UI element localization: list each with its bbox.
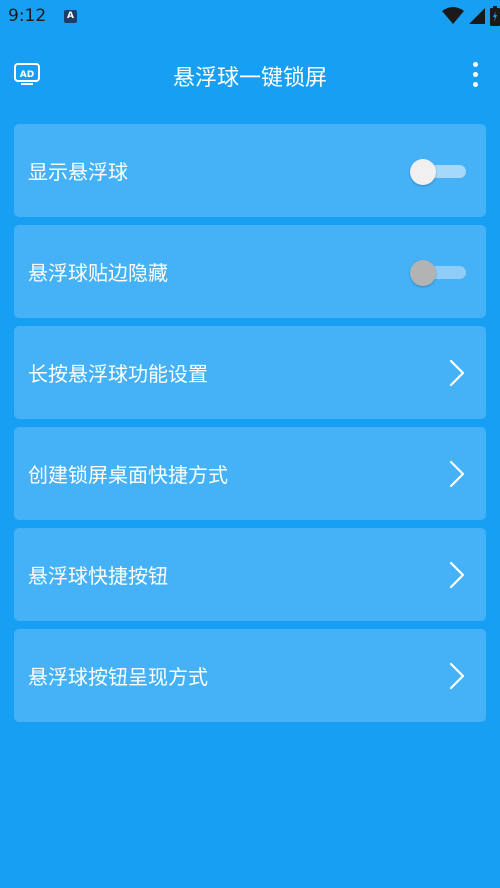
setting-label: 长按悬浮球功能设置	[28, 362, 208, 386]
setting-button-display-mode[interactable]: 悬浮球按钮呈现方式	[14, 629, 486, 722]
setting-label: 显示悬浮球	[28, 160, 128, 184]
signal-icon	[468, 7, 486, 25]
chevron-right-icon	[449, 460, 465, 488]
edge-hide-switch[interactable]	[410, 260, 466, 286]
status-icons	[442, 6, 500, 26]
setting-label: 创建锁屏桌面快捷方式	[28, 463, 228, 487]
app-bar: AD 悬浮球一键锁屏	[0, 34, 500, 116]
more-vert-icon[interactable]	[472, 62, 478, 90]
chevron-right-icon	[449, 359, 465, 387]
chevron-right-icon	[449, 561, 465, 589]
status-bar: 9:12 A	[0, 0, 500, 34]
settings-list: 显示悬浮球 悬浮球贴边隐藏 长按悬浮球功能设置 创建锁屏桌面快捷方式 悬浮球快捷…	[14, 124, 486, 730]
setting-create-shortcut[interactable]: 创建锁屏桌面快捷方式	[14, 427, 486, 520]
chevron-right-icon	[449, 662, 465, 690]
page-title: 悬浮球一键锁屏	[172, 66, 327, 91]
setting-label: 悬浮球快捷按钮	[28, 564, 168, 588]
setting-edge-hide[interactable]: 悬浮球贴边隐藏	[14, 225, 486, 318]
battery-icon	[490, 6, 500, 26]
setting-quick-button[interactable]: 悬浮球快捷按钮	[14, 528, 486, 621]
setting-show-floating-ball[interactable]: 显示悬浮球	[14, 124, 486, 217]
notification-icon: A	[64, 10, 77, 23]
setting-long-press-function[interactable]: 长按悬浮球功能设置	[14, 326, 486, 419]
setting-label: 悬浮球按钮呈现方式	[28, 665, 208, 689]
status-time: 9:12	[8, 6, 47, 26]
show-floating-ball-switch[interactable]	[410, 159, 466, 185]
wifi-icon	[442, 7, 464, 25]
setting-label: 悬浮球贴边隐藏	[28, 261, 168, 285]
